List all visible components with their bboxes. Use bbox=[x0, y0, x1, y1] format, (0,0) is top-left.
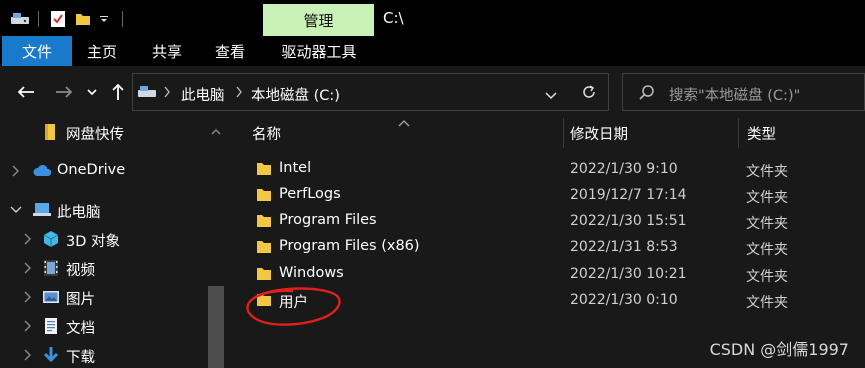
scrollbar-thumb[interactable] bbox=[208, 286, 224, 368]
annotation-circle bbox=[246, 287, 341, 326]
chevron-right-icon[interactable] bbox=[22, 348, 34, 362]
breadcrumb-this-pc[interactable]: 此电脑 bbox=[181, 84, 225, 105]
sidebar-item-videos[interactable]: 视频 bbox=[0, 254, 206, 283]
navigation-pane: 网盘快传 OneDrive 此电脑 3D 对象 视频 图片 文档 下载 bbox=[0, 118, 230, 368]
forward-button[interactable] bbox=[52, 79, 76, 105]
window-title: C:\ bbox=[383, 9, 404, 27]
file-date: 2022/1/31 8:53 bbox=[570, 239, 678, 255]
sort-ascending-icon bbox=[398, 116, 410, 132]
file-type: 文件夹 bbox=[746, 216, 788, 232]
sidebar-item-label: OneDrive bbox=[57, 162, 126, 178]
customize-dropdown-icon[interactable] bbox=[97, 9, 111, 29]
file-date: 2022/1/30 15:51 bbox=[570, 213, 687, 229]
back-button[interactable] bbox=[14, 79, 38, 105]
table-row[interactable]: Program Files 2022/1/30 15:51 文件夹 bbox=[245, 209, 865, 235]
sidebar-item-netdisk[interactable]: 网盘快传 bbox=[0, 118, 206, 147]
tab-home[interactable]: 主页 bbox=[80, 36, 124, 66]
sidebar-item-downloads[interactable]: 下载 bbox=[0, 341, 206, 368]
file-type: 文件夹 bbox=[746, 295, 788, 311]
chevron-right-icon[interactable] bbox=[22, 319, 34, 333]
tab-manage[interactable]: 管理 bbox=[263, 4, 374, 36]
picture-icon bbox=[42, 288, 60, 306]
cube-icon bbox=[42, 230, 60, 248]
file-name: Intel bbox=[279, 160, 312, 176]
navigation-bar: 此电脑 本地磁盘 (C:) 搜索"本地磁盘 (C:)" bbox=[0, 66, 865, 118]
column-divider[interactable] bbox=[563, 118, 564, 148]
watermark: CSDN @剑儒1997 bbox=[709, 340, 849, 359]
recent-locations-button[interactable] bbox=[82, 79, 102, 105]
breadcrumb-local-disk[interactable]: 本地磁盘 (C:) bbox=[251, 84, 340, 105]
file-name: Program Files bbox=[279, 212, 377, 228]
chevron-right-icon[interactable] bbox=[22, 232, 34, 246]
sidebar-item-label: 网盘快传 bbox=[66, 127, 124, 143]
title-bar: 管理 C:\ bbox=[0, 0, 865, 36]
cloud-icon bbox=[32, 162, 52, 180]
sidebar-item-onedrive[interactable]: OneDrive bbox=[0, 157, 206, 186]
folder-icon bbox=[256, 188, 272, 202]
file-date: 2022/1/30 9:10 bbox=[570, 161, 678, 177]
table-row[interactable]: Intel 2022/1/30 9:10 文件夹 bbox=[245, 157, 865, 183]
sidebar-item-3d-objects[interactable]: 3D 对象 bbox=[0, 225, 206, 254]
divider bbox=[36, 9, 40, 29]
file-name: PerfLogs bbox=[279, 186, 341, 202]
tab-drive-tools[interactable]: 驱动器工具 bbox=[266, 36, 372, 66]
tab-share[interactable]: 共享 bbox=[142, 36, 192, 66]
tab-view[interactable]: 查看 bbox=[204, 36, 256, 66]
chevron-down-icon[interactable] bbox=[545, 88, 557, 104]
breadcrumb-separator-icon[interactable] bbox=[163, 86, 171, 102]
column-header-name[interactable]: 名称 bbox=[252, 123, 281, 144]
column-header-type[interactable]: 类型 bbox=[747, 123, 776, 144]
folder-icon bbox=[42, 123, 60, 141]
search-icon bbox=[639, 84, 655, 104]
divider bbox=[120, 9, 124, 29]
column-header-date[interactable]: 修改日期 bbox=[570, 123, 628, 144]
computer-icon bbox=[32, 201, 51, 219]
folder-icon bbox=[256, 162, 272, 176]
file-type: 文件夹 bbox=[746, 190, 788, 206]
folder-icon bbox=[256, 267, 272, 281]
file-date: 2022/1/30 10:21 bbox=[570, 266, 687, 282]
sidebar-item-pictures[interactable]: 图片 bbox=[0, 283, 206, 312]
chevron-right-icon[interactable] bbox=[22, 290, 34, 304]
sidebar-item-label: 3D 对象 bbox=[66, 234, 120, 250]
document-icon bbox=[42, 317, 60, 335]
file-date: 2019/12/7 17:14 bbox=[570, 187, 687, 203]
chevron-right-icon[interactable] bbox=[22, 261, 34, 275]
file-type: 文件夹 bbox=[746, 164, 788, 180]
drive-icon bbox=[8, 9, 32, 29]
chevron-down-icon[interactable] bbox=[10, 203, 22, 217]
video-icon bbox=[42, 259, 60, 277]
download-icon bbox=[42, 346, 60, 364]
breadcrumb-separator-icon[interactable] bbox=[235, 86, 243, 102]
sidebar-item-label: 视频 bbox=[66, 263, 95, 279]
sidebar-item-label: 此电脑 bbox=[57, 205, 101, 221]
file-type: 文件夹 bbox=[746, 242, 788, 258]
file-type: 文件夹 bbox=[746, 269, 788, 285]
scroll-up-icon[interactable] bbox=[211, 124, 221, 140]
sidebar-item-label: 下载 bbox=[66, 350, 95, 366]
refresh-icon[interactable] bbox=[581, 84, 597, 104]
sidebar-item-label: 文档 bbox=[66, 321, 95, 337]
file-name: Windows bbox=[279, 265, 344, 281]
folder-icon bbox=[256, 240, 272, 254]
column-divider[interactable] bbox=[738, 118, 739, 148]
table-row[interactable]: PerfLogs 2019/12/7 17:14 文件夹 bbox=[245, 183, 865, 209]
tab-file[interactable]: 文件 bbox=[2, 36, 72, 66]
folder-icon bbox=[256, 214, 272, 228]
ribbon-tabs: 文件 主页 共享 查看 驱动器工具 bbox=[0, 36, 865, 66]
search-box[interactable]: 搜索"本地磁盘 (C:)" bbox=[622, 73, 865, 111]
sidebar-item-documents[interactable]: 文档 bbox=[0, 312, 206, 341]
table-row[interactable]: Program Files (x86) 2022/1/31 8:53 文件夹 bbox=[245, 235, 865, 261]
properties-icon[interactable] bbox=[48, 9, 68, 29]
up-button[interactable] bbox=[106, 79, 130, 105]
new-folder-icon[interactable] bbox=[74, 9, 92, 29]
file-date: 2022/1/30 0:10 bbox=[570, 292, 678, 308]
sidebar-item-this-pc[interactable]: 此电脑 bbox=[0, 196, 206, 225]
search-input[interactable]: 搜索"本地磁盘 (C:)" bbox=[669, 84, 800, 105]
drive-icon bbox=[137, 84, 157, 104]
chevron-right-icon[interactable] bbox=[10, 164, 22, 178]
address-bar[interactable]: 此电脑 本地磁盘 (C:) bbox=[132, 73, 609, 111]
sidebar-item-label: 图片 bbox=[66, 292, 95, 308]
file-name: Program Files (x86) bbox=[279, 238, 420, 254]
